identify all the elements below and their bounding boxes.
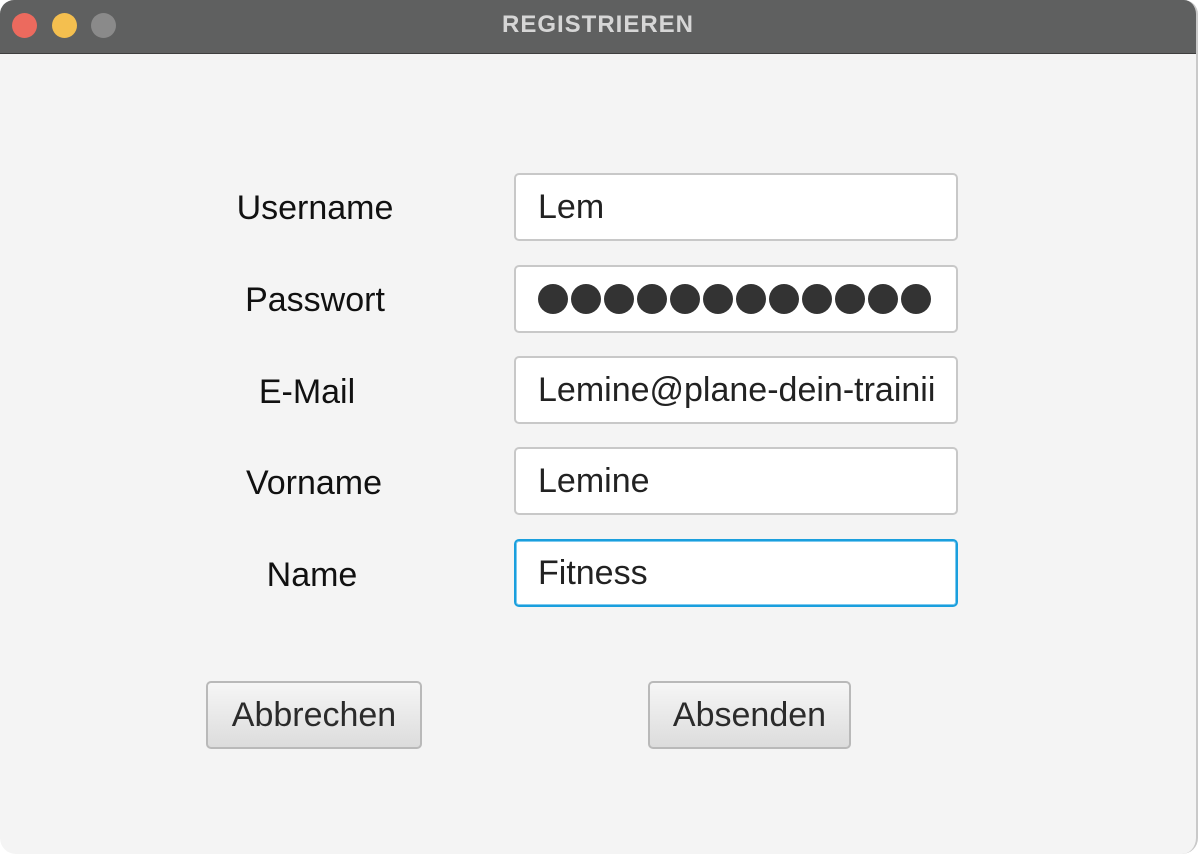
password-dot — [901, 284, 931, 314]
firstname-label: Vorname — [245, 464, 383, 502]
email-label: E-Mail — [258, 373, 356, 411]
submit-button[interactable]: Absenden — [648, 681, 851, 749]
cancel-button[interactable]: Abbrechen — [206, 681, 422, 749]
password-mask — [538, 267, 934, 331]
username-label: Username — [236, 189, 394, 227]
password-dot — [538, 284, 568, 314]
password-dot — [802, 284, 832, 314]
email-field[interactable]: Lemine@plane-dein-trainii — [514, 356, 958, 424]
name-label: Name — [266, 556, 358, 594]
password-dot — [670, 284, 700, 314]
password-dot — [571, 284, 601, 314]
password-field[interactable] — [514, 265, 958, 333]
password-dot — [736, 284, 766, 314]
registration-window: REGISTRIEREN Username Lem Passwort E-Mai… — [0, 0, 1198, 854]
username-field[interactable]: Lem — [514, 173, 958, 241]
title-bar[interactable]: REGISTRIEREN — [0, 0, 1196, 54]
password-label: Passwort — [245, 281, 385, 319]
password-dot — [835, 284, 865, 314]
firstname-field[interactable]: Lemine — [514, 447, 958, 515]
name-field[interactable]: Fitness — [514, 539, 958, 607]
password-dot — [604, 284, 634, 314]
password-dot — [703, 284, 733, 314]
password-dot — [637, 284, 667, 314]
password-dot — [868, 284, 898, 314]
window-title: REGISTRIEREN — [501, 11, 695, 38]
password-dot — [769, 284, 799, 314]
